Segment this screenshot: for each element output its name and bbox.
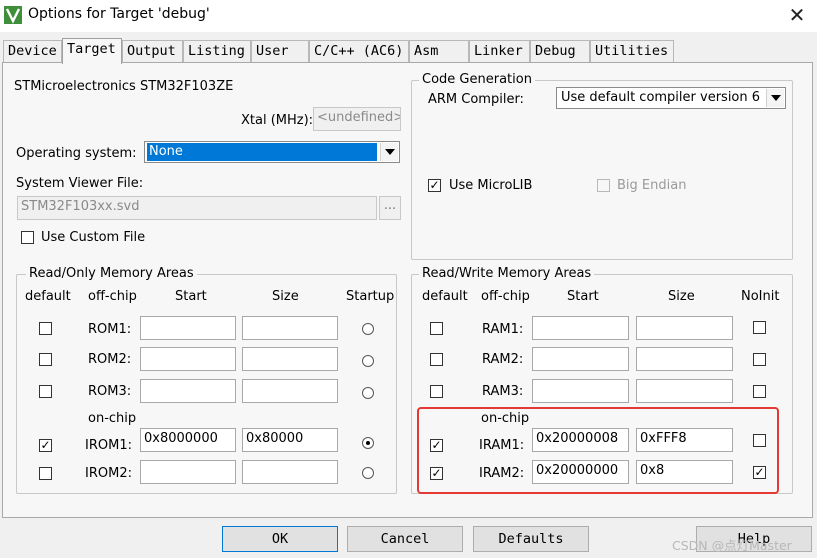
tab-cpp[interactable]: C/C++ (AC6) xyxy=(309,40,409,62)
rom2-label: ROM2: xyxy=(88,352,132,367)
rom1-size-input[interactable] xyxy=(242,316,338,340)
ram3-size-input[interactable] xyxy=(636,379,733,403)
tab-asm[interactable]: Asm xyxy=(409,40,469,62)
rom1-start-input[interactable] xyxy=(140,316,236,340)
ram1-start-input[interactable] xyxy=(532,316,629,340)
annotation-highlight-box xyxy=(417,407,779,494)
custom-file-checkbox[interactable] xyxy=(21,231,34,244)
rw-header-start: Start xyxy=(567,289,599,304)
rom3-label: ROM3: xyxy=(88,384,132,399)
chevron-down-icon[interactable] xyxy=(766,89,784,107)
tab-linker[interactable]: Linker xyxy=(469,40,530,62)
close-icon[interactable]: ✕ xyxy=(780,2,814,28)
rom3-startup-radio[interactable] xyxy=(362,387,374,399)
ro-header-default: default xyxy=(25,289,71,304)
ro-header-offchip: off-chip xyxy=(88,289,137,304)
big-endian-checkbox[interactable] xyxy=(597,179,610,192)
cancel-button[interactable]: Cancel xyxy=(347,526,463,552)
ok-button[interactable]: OK xyxy=(222,526,338,552)
compiler-select[interactable]: Use default compiler version 6 xyxy=(556,87,786,109)
watermark: CSDN @点灯Master xyxy=(672,538,792,553)
ro-header-startup: Startup xyxy=(346,289,395,304)
rom2-start-input[interactable] xyxy=(140,347,236,371)
irom1-label: IROM1: xyxy=(85,438,132,453)
microlib-label: Use MicroLIB xyxy=(449,178,533,193)
big-endian-label: Big Endian xyxy=(617,178,687,193)
compiler-label: ARM Compiler: xyxy=(428,92,524,107)
rom1-label: ROM1: xyxy=(88,322,132,337)
ro-header-size: Size xyxy=(272,289,299,304)
defaults-button[interactable]: Defaults xyxy=(473,526,589,552)
ram2-default-checkbox[interactable] xyxy=(430,353,443,366)
os-select[interactable]: None xyxy=(144,141,400,163)
rom1-startup-radio[interactable] xyxy=(362,323,374,335)
ram1-default-checkbox[interactable] xyxy=(430,322,443,335)
rom2-default-checkbox[interactable] xyxy=(39,353,52,366)
tab-target[interactable]: Target xyxy=(62,38,122,64)
ram1-noinit-checkbox[interactable] xyxy=(753,321,766,334)
irom2-start-input[interactable] xyxy=(140,460,236,484)
tab-listing[interactable]: Listing xyxy=(183,40,251,62)
microlib-checkbox[interactable]: ✓ xyxy=(428,179,441,192)
compiler-selected-value: Use default compiler version 6 xyxy=(561,90,761,105)
os-selected-value: None xyxy=(147,143,377,161)
irom2-size-input[interactable] xyxy=(242,460,338,484)
svf-input[interactable]: STM32F103xx.svd xyxy=(17,196,377,220)
ram3-label: RAM3: xyxy=(482,384,524,399)
ram2-size-input[interactable] xyxy=(636,347,733,371)
rom3-size-input[interactable] xyxy=(242,379,338,403)
rom3-start-input[interactable] xyxy=(140,379,236,403)
irom2-default-checkbox[interactable] xyxy=(39,467,52,480)
ram2-label: RAM2: xyxy=(482,352,524,367)
rom3-default-checkbox[interactable] xyxy=(39,385,52,398)
chevron-down-icon[interactable] xyxy=(380,143,398,161)
window-title: Options for Target 'debug' xyxy=(28,6,210,22)
svf-browse-button[interactable]: ... xyxy=(379,196,401,220)
irom1-size-input[interactable]: 0x80000 xyxy=(242,428,338,452)
irom2-label: IROM2: xyxy=(85,466,132,481)
ram2-noinit-checkbox[interactable] xyxy=(753,353,766,366)
ram3-start-input[interactable] xyxy=(532,379,629,403)
device-name: STMicroelectronics STM32F103ZE xyxy=(14,79,234,94)
rw-header-offchip: off-chip xyxy=(481,289,530,304)
svf-label: System Viewer File: xyxy=(16,176,144,191)
rom1-default-checkbox[interactable] xyxy=(39,322,52,335)
code-generation-title: Code Generation xyxy=(419,72,535,87)
xtal-input[interactable]: <undefined> xyxy=(313,107,401,131)
os-label: Operating system: xyxy=(16,146,137,161)
irom2-startup-radio[interactable] xyxy=(362,467,374,479)
tab-output[interactable]: Output xyxy=(122,40,183,62)
ram1-label: RAM1: xyxy=(482,322,524,337)
rom2-size-input[interactable] xyxy=(242,347,338,371)
ram2-start-input[interactable] xyxy=(532,347,629,371)
tab-device[interactable]: Device xyxy=(3,40,62,62)
rom2-startup-radio[interactable] xyxy=(362,355,374,367)
ro-onchip-label: on-chip xyxy=(88,411,137,426)
irom1-startup-radio[interactable] xyxy=(362,437,374,449)
rw-header-size: Size xyxy=(668,289,695,304)
tab-utilities[interactable]: Utilities xyxy=(590,40,674,62)
rw-memory-title: Read/Write Memory Areas xyxy=(419,266,595,281)
rw-header-noinit: NoInit xyxy=(741,289,780,304)
ro-memory-title: Read/Only Memory Areas xyxy=(26,266,197,281)
ram1-size-input[interactable] xyxy=(636,316,733,340)
custom-file-label: Use Custom File xyxy=(41,230,146,245)
keil-app-icon xyxy=(4,6,22,24)
irom1-start-input[interactable]: 0x8000000 xyxy=(140,428,236,452)
rw-header-default: default xyxy=(422,289,468,304)
ram3-default-checkbox[interactable] xyxy=(430,385,443,398)
tab-user[interactable]: User xyxy=(251,40,309,62)
tab-debug[interactable]: Debug xyxy=(530,40,590,62)
xtal-label: Xtal (MHz): xyxy=(241,113,314,128)
irom1-default-checkbox[interactable]: ✓ xyxy=(39,439,52,452)
ram3-noinit-checkbox[interactable] xyxy=(753,385,766,398)
ro-header-start: Start xyxy=(175,289,207,304)
